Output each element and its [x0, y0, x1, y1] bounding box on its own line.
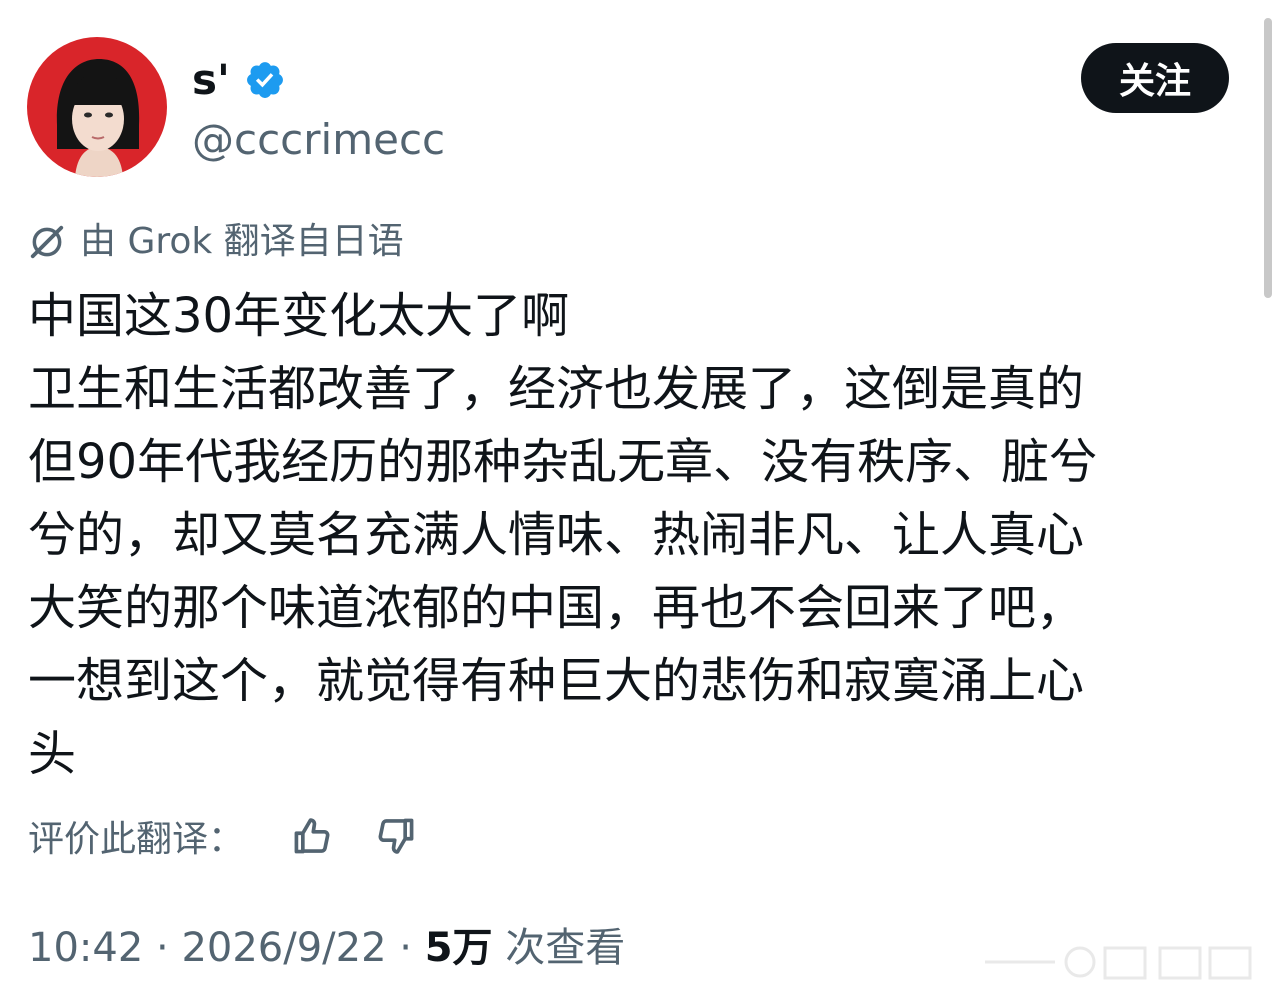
thumbs-down-icon[interactable]	[374, 814, 418, 858]
tweet-text-line: 中国这30年变化太大了啊	[28, 288, 570, 344]
watermark-icon	[985, 946, 1252, 980]
user-handle[interactable]: @cccrimecc	[192, 112, 445, 168]
display-name[interactable]: s'	[192, 52, 230, 108]
avatar[interactable]	[27, 37, 167, 177]
tweet-text-line: 一想到这个，就觉得有种巨大的悲伤和寂寞涌上心	[28, 653, 1085, 709]
display-name-row[interactable]: s'	[192, 52, 286, 108]
tweet-text-line: 但90年代我经历的那种杂乱无章、没有秩序、脏兮	[28, 434, 1098, 490]
view-count[interactable]: 5万	[425, 925, 493, 971]
follow-button[interactable]: 关注	[1081, 43, 1229, 113]
meta-separator: ·	[143, 925, 182, 971]
grok-icon	[30, 225, 64, 259]
view-count-label: 次查看	[492, 925, 626, 971]
tweet-text: 中国这30年变化太大了啊 卫生和生活都改善了，经济也发展了，这倒是真的 但90年…	[28, 280, 1243, 791]
tweet-date[interactable]: 2026/9/22	[181, 925, 386, 971]
tweet-meta: 10:42 · 2026/9/22 · 5万 次查看	[28, 920, 625, 976]
scrollbar[interactable]	[1264, 18, 1272, 298]
rate-translation-label: 评价此翻译：	[28, 819, 245, 860]
tweet-time[interactable]: 10:42	[28, 925, 143, 971]
tweet-text-line: 兮的，却又莫名充满人情味、热闹非凡、让人真心	[28, 507, 1085, 563]
tweet-text-line: 头	[28, 726, 77, 782]
translation-note: 由 Grok 翻译自日语	[28, 218, 404, 266]
verified-badge-icon	[246, 62, 283, 98]
rate-translation-row: 评价此翻译：	[28, 808, 418, 864]
tweet-text-line: 大笑的那个味道浓郁的中国，再也不会回来了吧，	[28, 580, 1085, 636]
tweet-text-line: 卫生和生活都改善了，经济也发展了，这倒是真的	[28, 361, 1085, 417]
thumbs-up-icon[interactable]	[290, 814, 334, 858]
translation-note-text: 由 Grok 翻译自日语	[80, 221, 404, 262]
meta-separator: ·	[386, 925, 425, 971]
